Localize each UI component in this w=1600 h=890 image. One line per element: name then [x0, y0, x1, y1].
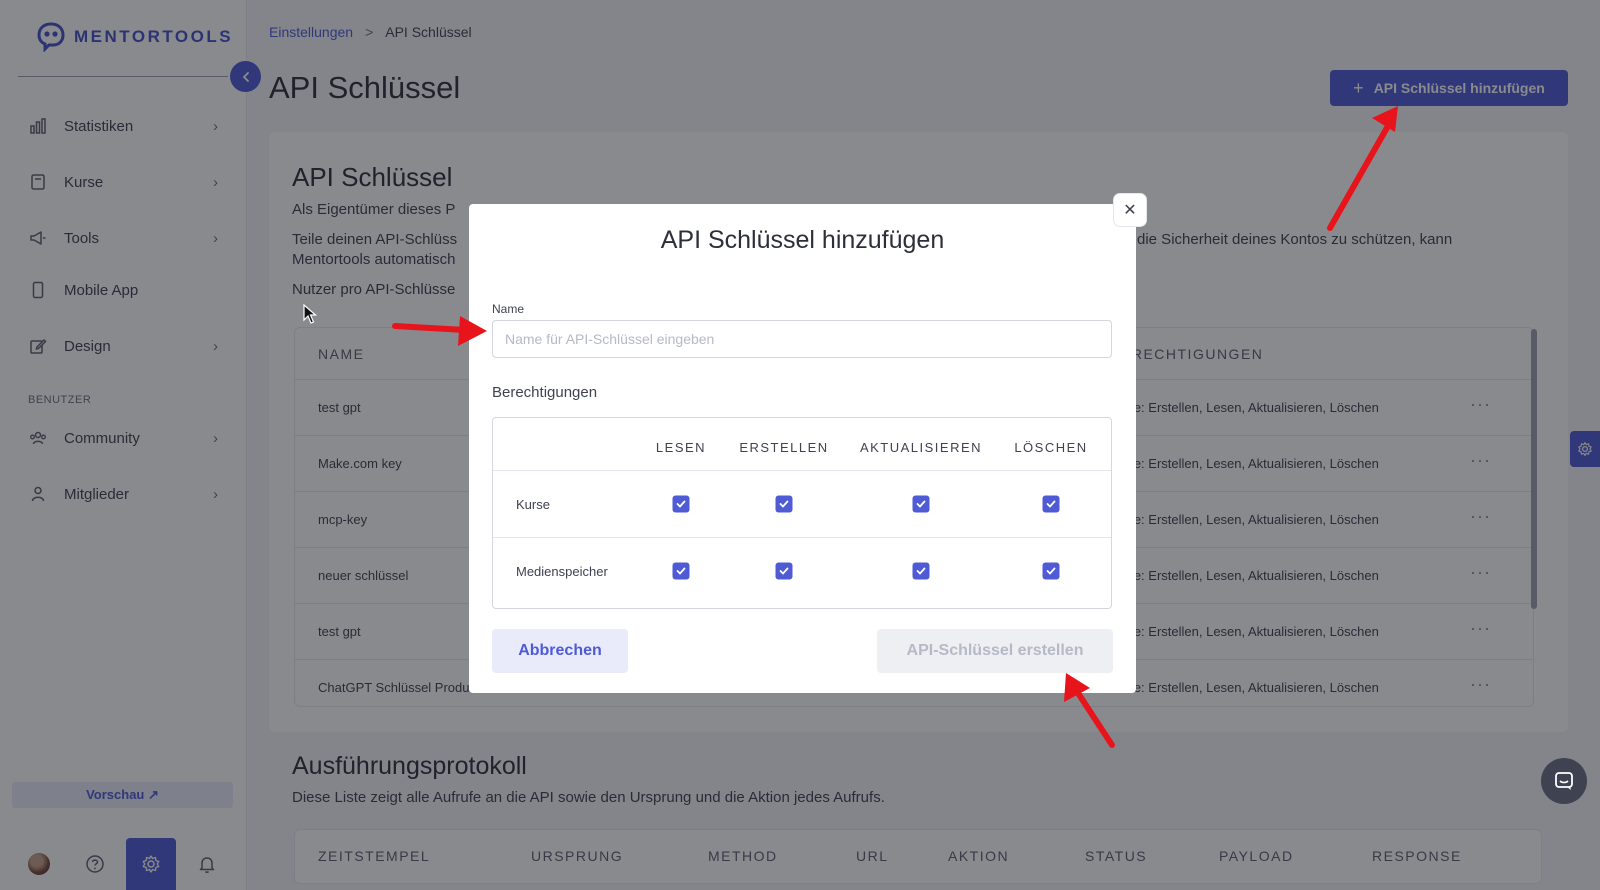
- checkbox-medienspeicher-update[interactable]: [912, 562, 930, 580]
- column-header-read: LESEN: [655, 440, 707, 455]
- check-icon: [676, 500, 686, 508]
- mouse-cursor-icon: [303, 303, 318, 329]
- checkbox-kurse-create[interactable]: [775, 495, 793, 513]
- column-header-delete: LÖSCHEN: [1014, 440, 1088, 455]
- check-icon: [916, 500, 926, 508]
- add-api-key-modal: API Schlüssel hinzufügen Name Berechtigu…: [469, 204, 1136, 693]
- checkbox-medienspeicher-read[interactable]: [672, 562, 690, 580]
- divider: [493, 470, 1111, 471]
- create-api-key-button[interactable]: API-Schlüssel erstellen: [877, 629, 1113, 673]
- checkbox-kurse-read[interactable]: [672, 495, 690, 513]
- check-icon: [1046, 567, 1056, 575]
- check-icon: [1046, 500, 1056, 508]
- name-field-label: Name: [492, 302, 525, 316]
- permissions-label: Berechtigungen: [492, 384, 598, 401]
- checkbox-medienspeicher-delete[interactable]: [1042, 562, 1060, 580]
- column-header-update: AKTUALISIEREN: [859, 440, 983, 455]
- permissions-table: LESEN ERSTELLEN AKTUALISIEREN LÖSCHEN Ku…: [492, 417, 1112, 609]
- checkbox-kurse-delete[interactable]: [1042, 495, 1060, 513]
- cancel-button[interactable]: Abbrechen: [492, 629, 628, 673]
- checkbox-medienspeicher-create[interactable]: [775, 562, 793, 580]
- chat-icon: [1555, 772, 1573, 790]
- column-header-create: ERSTELLEN: [739, 440, 829, 455]
- checkbox-kurse-update[interactable]: [912, 495, 930, 513]
- divider: [493, 537, 1111, 538]
- check-icon: [676, 567, 686, 575]
- check-icon: [779, 567, 789, 575]
- chat-support-button[interactable]: [1541, 758, 1587, 804]
- modal-title: API Schlüssel hinzufügen: [660, 226, 945, 254]
- api-key-name-input[interactable]: [492, 320, 1112, 358]
- check-icon: [916, 567, 926, 575]
- check-icon: [779, 500, 789, 508]
- close-icon[interactable]: ✕: [1114, 194, 1146, 226]
- permission-row-label-medienspeicher: Medienspeicher: [516, 564, 608, 579]
- permission-row-label-kurse: Kurse: [516, 497, 550, 512]
